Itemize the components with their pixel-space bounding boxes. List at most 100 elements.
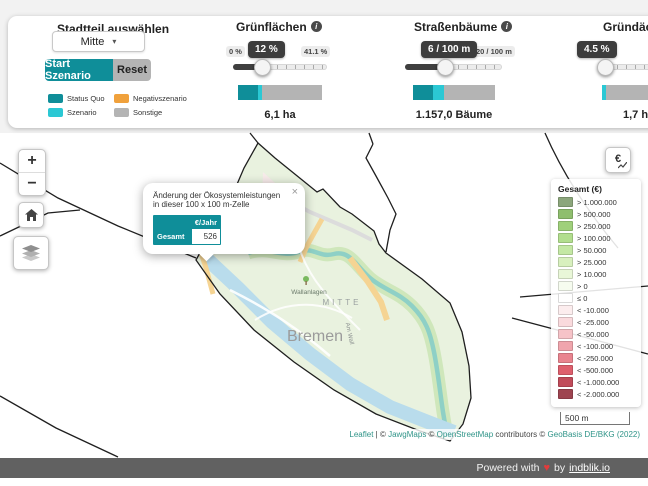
- legend-label: > 1.000.000: [577, 198, 617, 207]
- jawg-link[interactable]: JawgMaps: [388, 430, 426, 439]
- geobasis-link[interactable]: GeoBasis DE/BKG (2022): [548, 430, 640, 439]
- slider-value-bubble: 6 / 100 m: [421, 41, 477, 58]
- osm-link[interactable]: OpenStreetMap: [437, 430, 493, 439]
- map-legend-row: > 25.000: [558, 257, 635, 267]
- control-panel: Stadtteil auswählen Mitte ▾ Start Szenar…: [8, 16, 648, 128]
- slider-handle[interactable]: [597, 59, 614, 76]
- app-root: Wallanlagen MITTE Bremen Am Wall Stadtte…: [0, 0, 648, 486]
- legend-swatch: [558, 353, 573, 363]
- legend-swatch: [558, 281, 573, 291]
- home-icon: [25, 209, 38, 221]
- map-legend-row: > 0: [558, 281, 635, 291]
- gruendaecher-slider[interactable]: [600, 64, 648, 70]
- legend-swatch: [558, 209, 573, 219]
- map-legend-row: > 10.000: [558, 269, 635, 279]
- popup-row-label: Gesamt: [154, 229, 192, 244]
- scale-bar: 500 m: [560, 412, 630, 425]
- legend-label: Szenario: [67, 108, 97, 117]
- reset-button[interactable]: Reset: [113, 59, 151, 81]
- attribution-text: contributors ©: [493, 430, 547, 439]
- legend-label: < -1.000.000: [577, 378, 619, 387]
- szenario-segment: [602, 85, 606, 100]
- chevron-down-icon: ▾: [112, 37, 116, 46]
- scenario-legend: Status Quo Negativszenario Szenario Sons…: [48, 94, 178, 117]
- leaflet-link[interactable]: Leaflet: [349, 430, 373, 439]
- district-select[interactable]: Mitte ▾: [52, 31, 145, 52]
- map-legend-entries: > 1.000.000 > 500.000 > 250.000 > 100.00…: [558, 197, 635, 399]
- legend-swatch: [558, 341, 573, 351]
- euro-chart-button[interactable]: €: [605, 147, 631, 173]
- scenario-legend-item: Sonstige: [114, 108, 178, 117]
- map-legend-row: < -10.000: [558, 305, 635, 315]
- legend-label: > 25.000: [577, 258, 606, 267]
- map-legend-row: < -100.000: [558, 341, 635, 351]
- info-icon[interactable]: i: [311, 21, 322, 32]
- legend-swatch: [558, 245, 573, 255]
- zoom-out-button[interactable]: −: [19, 173, 45, 195]
- indblik-link[interactable]: indblik.io: [569, 462, 610, 474]
- layers-button[interactable]: [13, 236, 49, 270]
- slider-min-label: 0 %: [226, 46, 245, 57]
- legend-label: < -10.000: [577, 306, 609, 315]
- szenario-segment: [433, 85, 444, 100]
- map-legend-row: > 100.000: [558, 233, 635, 243]
- legend-label: < -50.000: [577, 330, 609, 339]
- map-legend-row: > 1.000.000: [558, 197, 635, 207]
- attribution-text: ©: [426, 430, 436, 439]
- legend-swatch: [558, 377, 573, 387]
- table-row: Gesamt 526: [154, 229, 220, 244]
- gruenflaechen-progress: [238, 85, 322, 100]
- slider-title-gruendaecher: Gründächer: [603, 20, 648, 34]
- map-legend-row: < -250.000: [558, 353, 635, 363]
- legend-label: > 100.000: [577, 234, 611, 243]
- legend-label: > 500.000: [577, 210, 611, 219]
- footer-text: Powered with: [476, 462, 539, 474]
- slider-value-bubble: 4.5 %: [577, 41, 617, 58]
- chart-line-icon: [618, 162, 627, 169]
- legend-swatch: [558, 221, 573, 231]
- legend-swatch: [558, 197, 573, 207]
- strassenbaeume-slider[interactable]: [405, 64, 502, 70]
- popup-text-line1: Änderung der Ökosystemleistungen: [153, 191, 295, 200]
- legend-label: ≤ 0: [577, 294, 587, 303]
- legend-swatch: [558, 329, 573, 339]
- gruenflaechen-slider[interactable]: [233, 64, 327, 70]
- popup-column-header: €/Jahr: [154, 216, 220, 229]
- start-szenario-button[interactable]: Start Szenario: [45, 59, 113, 81]
- legend-swatch: [48, 108, 63, 117]
- slider-max-label: 41.1 %: [301, 46, 330, 57]
- slider-handle[interactable]: [437, 59, 454, 76]
- legend-swatch: [558, 317, 573, 327]
- slider-max-label: 20 / 100 m: [473, 46, 515, 57]
- slider-handle[interactable]: [254, 59, 271, 76]
- zoom-control: + −: [18, 149, 46, 196]
- map-legend-row: ≤ 0: [558, 293, 635, 303]
- heart-icon: ♥: [544, 462, 551, 474]
- close-icon[interactable]: ×: [292, 186, 298, 198]
- legend-label: < -2.000.000: [577, 390, 619, 399]
- legend-swatch: [558, 365, 573, 375]
- status-quo-segment: [413, 85, 433, 100]
- map-legend-row: < -2.000.000: [558, 389, 635, 399]
- popup-table: €/Jahr Gesamt 526: [153, 215, 221, 245]
- info-icon[interactable]: i: [501, 21, 512, 32]
- home-button[interactable]: [18, 202, 44, 228]
- scenario-legend-item: Status Quo: [48, 94, 114, 103]
- map-legend-row: < -500.000: [558, 365, 635, 375]
- gruendaecher-progress: [602, 85, 648, 100]
- popup-text-line2: in dieser 100 x 100 m-Zelle: [153, 200, 295, 209]
- map-legend-row: < -1.000.000: [558, 377, 635, 387]
- cell-popup: × Änderung der Ökosystemleistungen in di…: [143, 183, 305, 254]
- legend-label: < -250.000: [577, 354, 613, 363]
- map-legend-row: < -25.000: [558, 317, 635, 327]
- legend-swatch: [558, 305, 573, 315]
- city-label: Bremen: [287, 328, 343, 345]
- legend-label: < -25.000: [577, 318, 609, 327]
- layers-icon: [21, 244, 41, 262]
- gruenflaechen-total: 6,1 ha: [220, 109, 340, 121]
- footer-bar: Powered with ♥ by indblik.io: [0, 458, 648, 478]
- legend-swatch: [558, 233, 573, 243]
- park-label: Wallanlagen: [291, 289, 327, 296]
- zoom-in-button[interactable]: +: [19, 150, 45, 172]
- map-legend-row: > 50.000: [558, 245, 635, 255]
